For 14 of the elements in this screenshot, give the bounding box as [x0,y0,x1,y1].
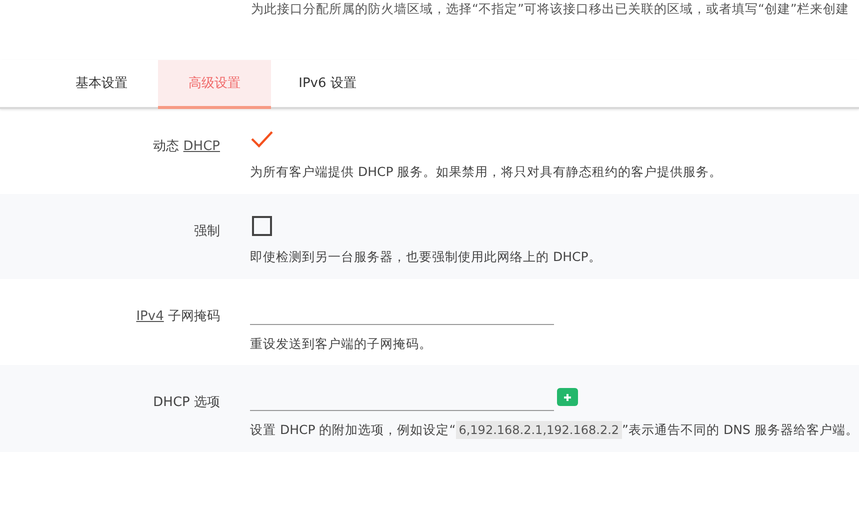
description-text: 为此接口分配所属的防火墙区域，选择“不指定”可将该接口移出已关联的区域，或者填写“创建”栏来创建 [251,1,849,17]
checkbox[interactable] [250,214,274,238]
add-button[interactable] [557,388,578,406]
description-text: 为所有客户端提供 DHCP 服务。如果禁用，将只对具有静态租约的客户提供服务。 [250,163,724,181]
option-label: 强制 [193,222,220,241]
description-text: 重设发送到客户端的子网掩码。 [250,334,433,352]
plus-icon [563,392,572,402]
option-label: IPv4 子网掩码 [135,308,220,326]
description-text: 即使检测到另一台服务器，也要强制使用此网络上的 DHCP。 [250,248,602,266]
option-label: DHCP 选项 [152,394,220,412]
tab[interactable]: IPv6 设置 [271,60,384,109]
option-label: 动态 DHCP [152,138,220,156]
tab[interactable]: 基本设置 [45,60,158,109]
description-text: 设置 DHCP 的附加选项，例如设定“ 6,192.168.2.1,192.168.2.2 ”表示通告不同的 DNS 服务器给客户端。 [250,421,859,440]
